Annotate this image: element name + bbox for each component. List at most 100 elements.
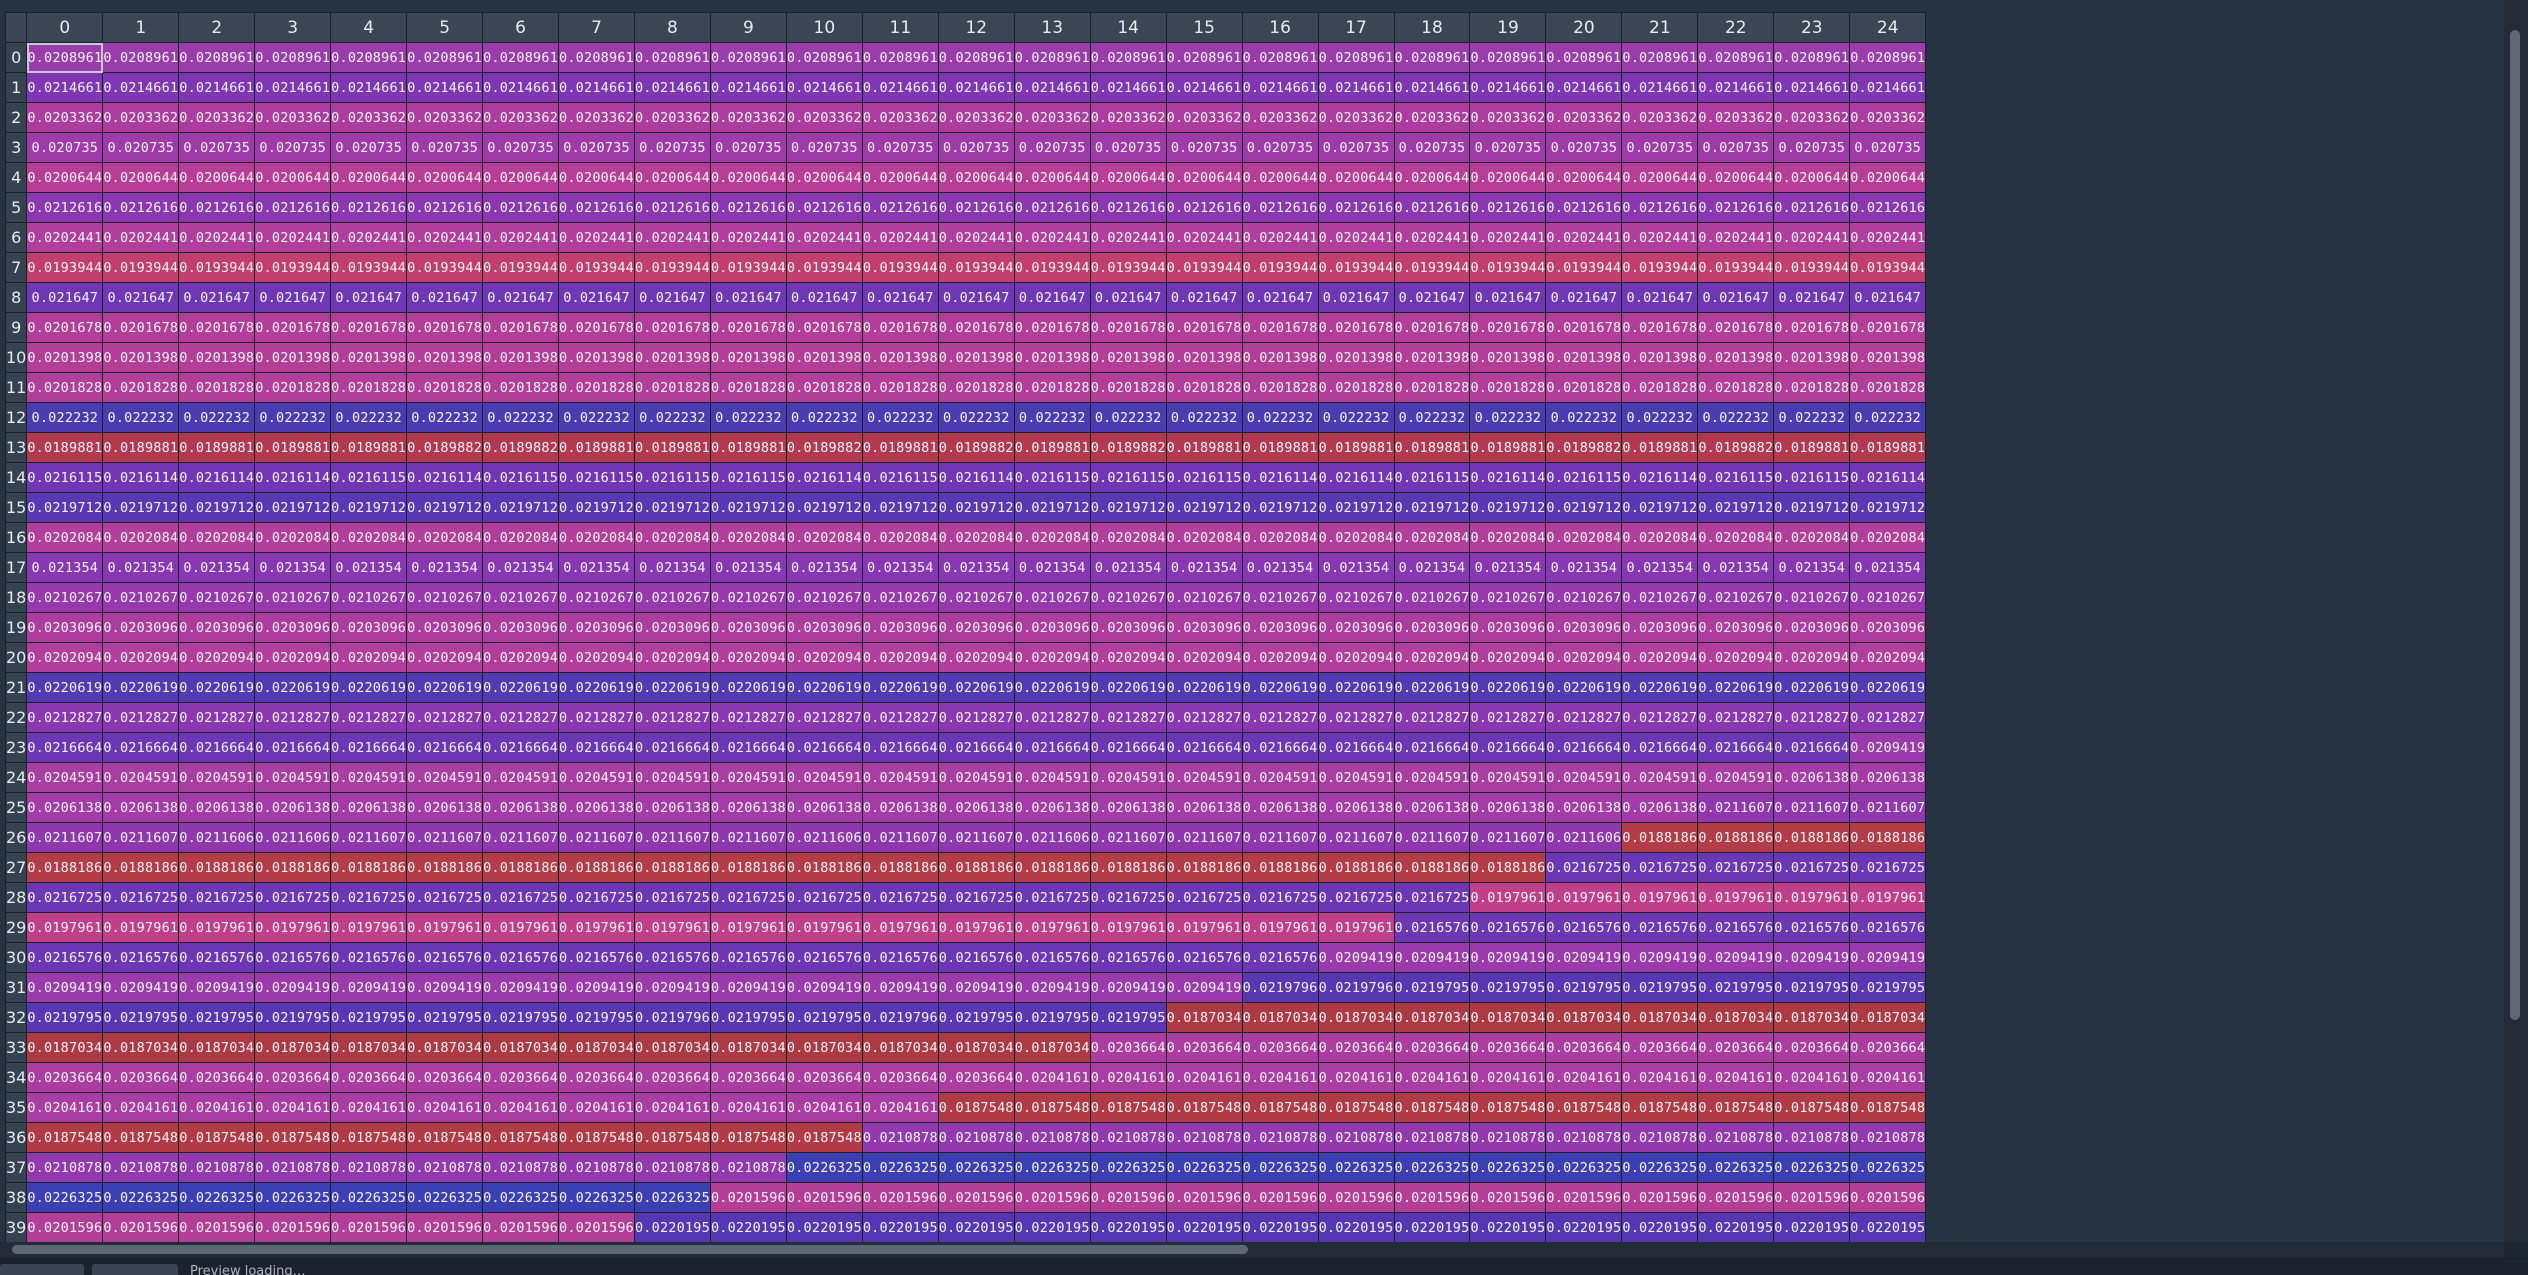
grid-cell[interactable]: 0.0219795: [482, 1002, 560, 1033]
grid-cell[interactable]: 0.0193944: [1849, 252, 1927, 283]
grid-cell[interactable]: 0.0204591: [558, 762, 635, 793]
grid-cell[interactable]: 0.0219795: [785, 1002, 863, 1033]
grid-cell[interactable]: 0.0208961: [937, 42, 1015, 73]
grid-cell[interactable]: 0.0203096: [1849, 612, 1927, 643]
grid-cell[interactable]: 0.0201828: [1393, 372, 1471, 403]
grid-cell[interactable]: 0.0200644: [482, 162, 560, 193]
grid-cell[interactable]: 0.0189881: [102, 432, 180, 463]
grid-cell[interactable]: 0.0226325: [1469, 1152, 1547, 1183]
grid-cell[interactable]: 0.0203362: [785, 102, 863, 133]
grid-cell[interactable]: 0.0212616: [1393, 192, 1471, 223]
grid-cell[interactable]: 0.0201596: [1165, 1182, 1243, 1213]
column-header[interactable]: 8: [633, 12, 711, 43]
grid-cell[interactable]: 0.0203096: [937, 612, 1015, 643]
grid-cell[interactable]: 0.0202084: [26, 522, 104, 553]
column-header[interactable]: 19: [1469, 12, 1547, 43]
grid-cell[interactable]: 0.0219712: [406, 492, 484, 523]
grid-cell[interactable]: 0.0197961: [937, 912, 1015, 943]
grid-cell[interactable]: 0.0203096: [1621, 612, 1699, 643]
grid-cell[interactable]: 0.0187548: [1165, 1092, 1243, 1123]
grid-cell[interactable]: 0.0210878: [1849, 1122, 1927, 1153]
grid-cell[interactable]: 0.0220195: [785, 1212, 863, 1242]
grid-cell[interactable]: 0.0216664: [1469, 732, 1547, 763]
grid-cell[interactable]: 0.0212616: [1545, 192, 1623, 223]
grid-cell[interactable]: 0.0202084: [406, 522, 484, 553]
grid-cell[interactable]: 0.021354: [1317, 552, 1395, 583]
row-header[interactable]: 29: [4, 912, 28, 943]
grid-cell[interactable]: 0.0189882: [1089, 432, 1167, 463]
grid-cell[interactable]: 0.0208961: [1165, 42, 1243, 73]
grid-cell[interactable]: 0.021647: [1621, 282, 1699, 313]
grid-cell[interactable]: 0.0212616: [558, 192, 635, 223]
grid-cell[interactable]: 0.0187034: [26, 1032, 104, 1063]
grid-cell[interactable]: 0.0188186: [785, 852, 863, 883]
grid-cell[interactable]: 0.0211607: [406, 822, 484, 853]
grid-cell[interactable]: 0.0204161: [1393, 1062, 1471, 1093]
grid-cell[interactable]: 0.0212827: [178, 702, 256, 733]
bottom-tab[interactable]: [0, 1264, 84, 1275]
grid-cell[interactable]: 0.0219795: [1469, 972, 1547, 1003]
grid-cell[interactable]: 0.0201596: [1849, 1182, 1927, 1213]
grid-cell[interactable]: 0.0212616: [482, 192, 560, 223]
grid-cell[interactable]: 0.0226325: [633, 1182, 711, 1213]
data-grid-viewport[interactable]: 0 1 2 3 4 5 6 7 8 9 10 11 12 13 14 15 16 17 18 19 20 21 22 23 24…: [0, 0, 2504, 1242]
grid-cell[interactable]: 0.0226325: [26, 1182, 104, 1213]
grid-cell[interactable]: 0.0204591: [482, 762, 560, 793]
grid-cell[interactable]: 0.0204161: [709, 1092, 787, 1123]
grid-cell[interactable]: 0.0216115: [26, 462, 104, 493]
grid-cell[interactable]: 0.0188186: [1317, 852, 1395, 883]
grid-cell[interactable]: 0.0189882: [937, 432, 1015, 463]
grid-cell[interactable]: 0.0204591: [1013, 762, 1091, 793]
grid-cell[interactable]: 0.0201398: [861, 342, 939, 373]
grid-cell[interactable]: 0.0210267: [1013, 582, 1091, 613]
grid-cell[interactable]: 0.0209419: [254, 972, 332, 1003]
grid-cell[interactable]: 0.021647: [178, 282, 256, 313]
grid-cell[interactable]: 0.0220195: [633, 1212, 711, 1242]
grid-cell[interactable]: 0.0216115: [1165, 462, 1243, 493]
grid-cell[interactable]: 0.0206138: [1849, 762, 1927, 793]
grid-cell[interactable]: 0.0216664: [178, 732, 256, 763]
grid-cell[interactable]: 0.0216664: [937, 732, 1015, 763]
grid-cell[interactable]: 0.0201398: [330, 342, 408, 373]
grid-cell[interactable]: 0.0201596: [1697, 1182, 1775, 1213]
grid-cell[interactable]: 0.0187034: [1697, 1002, 1775, 1033]
grid-cell[interactable]: 0.0189881: [1773, 432, 1851, 463]
grid-cell[interactable]: 0.0193944: [633, 252, 711, 283]
grid-cell[interactable]: 0.0202441: [861, 222, 939, 253]
row-header[interactable]: 24: [4, 762, 28, 793]
grid-cell[interactable]: 0.0197961: [1621, 882, 1699, 913]
grid-cell[interactable]: 0.0201398: [633, 342, 711, 373]
grid-cell[interactable]: 0.0220619: [937, 672, 1015, 703]
grid-cell[interactable]: 0.0203362: [1393, 102, 1471, 133]
grid-cell[interactable]: 0.0193944: [785, 252, 863, 283]
grid-cell[interactable]: 0.0204161: [482, 1092, 560, 1123]
grid-cell[interactable]: 0.0201678: [558, 312, 635, 343]
grid-cell[interactable]: 0.0211606: [1545, 822, 1623, 853]
grid-cell[interactable]: 0.020735: [861, 132, 939, 163]
grid-cell[interactable]: 0.0216576: [178, 942, 256, 973]
grid-cell[interactable]: 0.0208961: [1621, 42, 1699, 73]
column-header[interactable]: 12: [937, 12, 1015, 43]
grid-cell[interactable]: 0.0220619: [1241, 672, 1319, 703]
grid-cell[interactable]: 0.0202441: [1621, 222, 1699, 253]
column-header[interactable]: 5: [406, 12, 484, 43]
grid-cell[interactable]: 0.0216576: [1545, 912, 1623, 943]
grid-cell[interactable]: 0.022232: [1393, 402, 1471, 433]
grid-cell[interactable]: 0.0204161: [633, 1092, 711, 1123]
grid-cell[interactable]: 0.0189881: [178, 432, 256, 463]
grid-cell[interactable]: 0.020735: [709, 132, 787, 163]
grid-cell[interactable]: 0.021354: [1165, 552, 1243, 583]
grid-cell[interactable]: 0.0197961: [1773, 882, 1851, 913]
grid-cell[interactable]: 0.0202094: [330, 642, 408, 673]
grid-cell[interactable]: 0.0203362: [558, 102, 635, 133]
grid-cell[interactable]: 0.0210267: [633, 582, 711, 613]
grid-cell[interactable]: 0.0219795: [937, 1002, 1015, 1033]
grid-cell[interactable]: 0.0203362: [1165, 102, 1243, 133]
grid-cell[interactable]: 0.0202441: [1697, 222, 1775, 253]
grid-cell[interactable]: 0.0187548: [558, 1122, 635, 1153]
grid-cell[interactable]: 0.0208961: [1697, 42, 1775, 73]
grid-cell[interactable]: 0.0203664: [482, 1062, 560, 1093]
grid-cell[interactable]: 0.0206138: [709, 792, 787, 823]
grid-cell[interactable]: 0.0201828: [406, 372, 484, 403]
grid-cell[interactable]: 0.0212616: [178, 192, 256, 223]
